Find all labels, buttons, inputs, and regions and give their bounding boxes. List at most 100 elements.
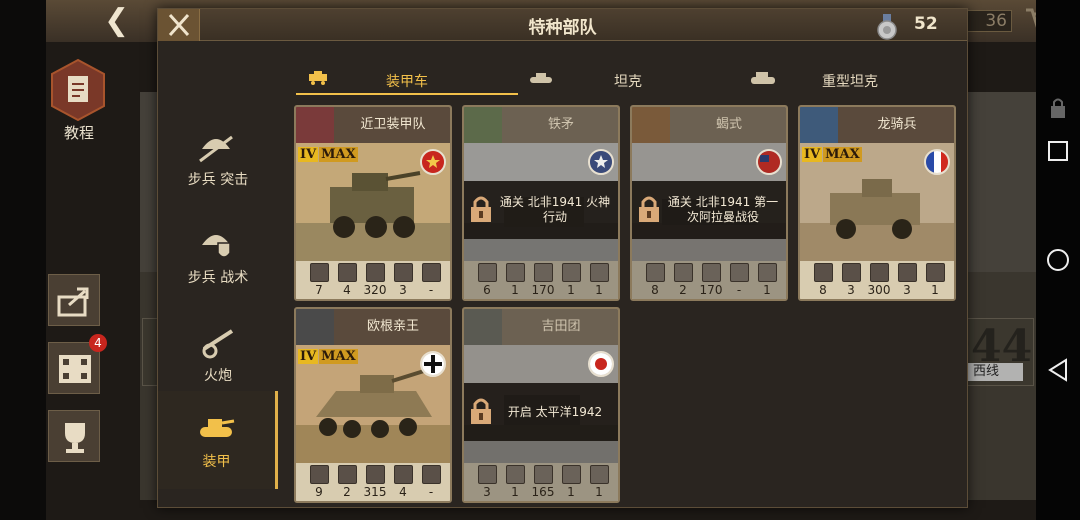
- heavy-tank-icon: [751, 72, 775, 84]
- category-armor[interactable]: 装甲: [158, 391, 278, 489]
- stat-health: 315: [363, 485, 387, 499]
- unit-card-yoshida[interactable]: 吉田团 开启 太平洋1942 3 1 165 1 1: [462, 307, 620, 503]
- category-infantry-assault[interactable]: 步兵 突击: [158, 109, 278, 207]
- unit-name: 欧根亲王: [366, 319, 419, 334]
- tier-badge: IV MAX: [802, 147, 862, 165]
- category-artillery[interactable]: 火炮: [158, 305, 278, 403]
- unit-card-guards-armor[interactable]: 近卫装甲队 IV MAX 7 4 320 3 -: [294, 105, 452, 301]
- stat-attack: 8: [651, 283, 659, 297]
- unit-card-dragoon[interactable]: 龙骑兵 IV MAX 8 3 300 3 1: [798, 105, 956, 301]
- unit-stats: 3 1 165 1 1: [464, 463, 618, 501]
- unit-card-prinz-eugen[interactable]: 欧根亲王 IV MAX 9 2 315 4 -: [294, 307, 452, 503]
- tab-armored-car[interactable]: 装甲车: [296, 61, 518, 95]
- unlock-requirement: 开启 太平洋1942: [507, 404, 603, 419]
- armor-shield-icon: [562, 465, 581, 484]
- tier-level: IV: [802, 147, 823, 162]
- dialog-header: 特种部队 52: [158, 9, 967, 41]
- unit-type-tabs: 装甲车 坦克 重型坦克: [296, 61, 936, 97]
- android-navbar: [1036, 0, 1080, 520]
- stat-vision: -: [428, 283, 434, 297]
- stat-attack: 8: [819, 283, 827, 297]
- unit-stats: 8 3 300 3 1: [800, 261, 954, 299]
- category-label: 步兵 突击: [187, 172, 249, 188]
- tab-label: 装甲车: [386, 74, 428, 90]
- unit-card-scorpion[interactable]: 蝎式 通关 北非1941 第一次阿拉曼战役 8 2 170 - 1: [630, 105, 788, 301]
- lock-icon: [639, 196, 659, 222]
- move-icon: [338, 263, 357, 282]
- artillery-icon: [202, 329, 234, 359]
- stat-move: 3: [847, 283, 855, 297]
- armor-shield-icon: [730, 263, 749, 282]
- tier-badge: IV MAX: [298, 349, 358, 367]
- stat-health: 170: [531, 283, 555, 297]
- move-icon: [506, 263, 525, 282]
- armored-car-emblem-icon: [464, 107, 502, 143]
- armored-car-emblem-icon: [296, 309, 334, 345]
- stat-attack: 3: [483, 485, 491, 499]
- attack-icon: [478, 465, 497, 484]
- stat-armor: 4: [399, 485, 407, 499]
- tab-label: 重型坦克: [822, 74, 878, 90]
- stat-armor: 3: [903, 283, 911, 297]
- tab-heavy-tank[interactable]: 重型坦克: [744, 61, 934, 95]
- recent-apps-icon[interactable]: [1044, 137, 1072, 165]
- category-infantry-tactics[interactable]: 步兵 战术: [158, 207, 278, 305]
- vision-icon: [422, 263, 441, 282]
- armored-car-emblem-icon: [296, 107, 334, 143]
- unit-name: 吉田团: [541, 319, 581, 334]
- france-flag-icon: [924, 149, 950, 175]
- stat-move: 1: [511, 485, 519, 499]
- vision-icon: [590, 465, 609, 484]
- attack-icon: [646, 263, 665, 282]
- tier-max: MAX: [319, 349, 358, 364]
- move-icon: [338, 465, 357, 484]
- unit-stats: 7 4 320 3 -: [296, 261, 450, 299]
- back-icon[interactable]: ❮: [104, 4, 144, 38]
- germany-cross-icon: [420, 351, 446, 377]
- unit-name: 龙骑兵: [877, 117, 917, 132]
- vision-icon: [422, 465, 441, 484]
- active-tab-indicator: [296, 93, 518, 95]
- card-header: 吉田团: [464, 309, 618, 345]
- armor-shield-icon: [394, 465, 413, 484]
- health-icon: [366, 263, 385, 282]
- unit-card-iron-spear[interactable]: 铁矛 通关 北非1941 火神行动 6 1 170 1 1: [462, 105, 620, 301]
- stat-armor: -: [736, 283, 742, 297]
- tab-label: 坦克: [614, 74, 642, 90]
- japan-flag-icon: [588, 351, 614, 377]
- stat-vision: 1: [931, 283, 939, 297]
- unlock-requirement: 通关 北非1941 火神行动: [499, 195, 611, 224]
- lock-icon: [471, 398, 491, 424]
- stat-vision: 1: [595, 283, 603, 297]
- tutorial-icon[interactable]: [50, 58, 106, 122]
- trophy-icon: [65, 423, 85, 453]
- share-icon: [57, 287, 89, 317]
- tier-level: IV: [298, 349, 319, 364]
- medal-count: 52: [914, 14, 938, 34]
- unit-name: 蝎式: [715, 117, 742, 132]
- health-icon: [366, 465, 385, 484]
- home-icon[interactable]: [1044, 246, 1072, 274]
- lock-orientation-icon[interactable]: [1046, 96, 1070, 120]
- stat-armor: 1: [567, 485, 575, 499]
- back-nav-icon[interactable]: [1044, 356, 1072, 384]
- move-icon: [842, 263, 861, 282]
- dialog-title: 特种部队: [528, 18, 597, 38]
- category-label: 火炮: [204, 368, 232, 384]
- tier-max: MAX: [823, 147, 862, 162]
- stat-move: 4: [343, 283, 351, 297]
- stat-move: 1: [511, 283, 519, 297]
- tab-tank[interactable]: 坦克: [528, 61, 718, 95]
- trophy-button[interactable]: [48, 410, 100, 462]
- attack-icon: [478, 263, 497, 282]
- stat-health: 300: [867, 283, 891, 297]
- stat-vision: -: [428, 485, 434, 499]
- category-label: 装甲: [202, 454, 231, 470]
- locked-overlay: 通关 北非1941 火神行动: [464, 181, 618, 239]
- stat-vision: 1: [595, 485, 603, 499]
- vision-icon: [758, 263, 777, 282]
- share-button[interactable]: [48, 274, 100, 326]
- vision-icon: [926, 263, 945, 282]
- armor-icon: [200, 419, 235, 437]
- tier-max: MAX: [319, 147, 358, 162]
